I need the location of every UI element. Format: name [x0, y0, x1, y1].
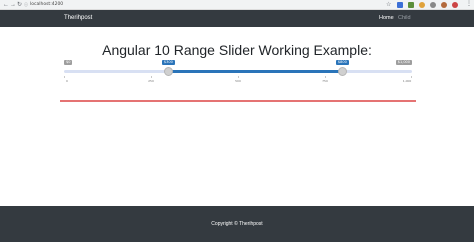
slider-tick: [238, 76, 239, 78]
brand-logo[interactable]: Therihpost: [64, 10, 92, 27]
extension-icon[interactable]: [419, 2, 425, 8]
slider-tick-label: 0: [66, 79, 68, 83]
range-slider[interactable]: $0 $300 $800 $1,000 0 250 500 750 1,000: [64, 58, 412, 98]
extension-icon[interactable]: [397, 2, 403, 8]
ceil-label: $1,000: [395, 60, 412, 65]
slider-tick-label: 1,000: [402, 79, 412, 83]
page-title: Angular 10 Range Slider Working Example:: [102, 42, 372, 58]
slider-selection-bar: [168, 70, 343, 73]
slider-handle-high[interactable]: [337, 67, 347, 76]
extension-icon[interactable]: [430, 2, 436, 8]
site-info-icon[interactable]: ⓘ: [24, 1, 28, 9]
slider-tick-label: 750: [322, 79, 328, 83]
slider-tick: [411, 76, 412, 78]
top-navbar: Therihpost Home Child: [0, 10, 474, 27]
back-icon[interactable]: ←: [3, 1, 9, 9]
nav-link-child[interactable]: Child: [398, 10, 411, 27]
forward-icon[interactable]: →: [10, 1, 16, 9]
slider-tick-label: 250: [148, 79, 154, 83]
profile-avatar[interactable]: [441, 2, 447, 8]
slider-tick: [151, 76, 152, 78]
reload-icon[interactable]: ↻: [17, 1, 22, 9]
bookmark-star-icon[interactable]: ☆: [386, 1, 391, 9]
nav-link-home[interactable]: Home: [379, 10, 394, 27]
slider-tick: [64, 76, 65, 78]
high-value-label: $800: [335, 60, 349, 65]
low-value-label: $300: [161, 60, 175, 65]
extension-icon[interactable]: [408, 2, 414, 8]
slider-tick: [325, 76, 326, 78]
slider-handle-low[interactable]: [163, 67, 173, 76]
copyright-text: Copyright © Therihpost: [211, 221, 263, 227]
footer: Copyright © Therihpost: [0, 206, 474, 242]
address-bar[interactable]: localhost:4200: [30, 1, 63, 9]
browser-toolbar: ← → ↻ ⓘ localhost:4200 ☆ ⋮: [0, 0, 474, 10]
slider-tick-label: 500: [235, 79, 241, 83]
extension-icon[interactable]: [452, 2, 458, 8]
red-divider: [60, 100, 416, 102]
floor-label: $0: [64, 60, 73, 65]
browser-menu-icon[interactable]: ⋮: [466, 0, 472, 9]
